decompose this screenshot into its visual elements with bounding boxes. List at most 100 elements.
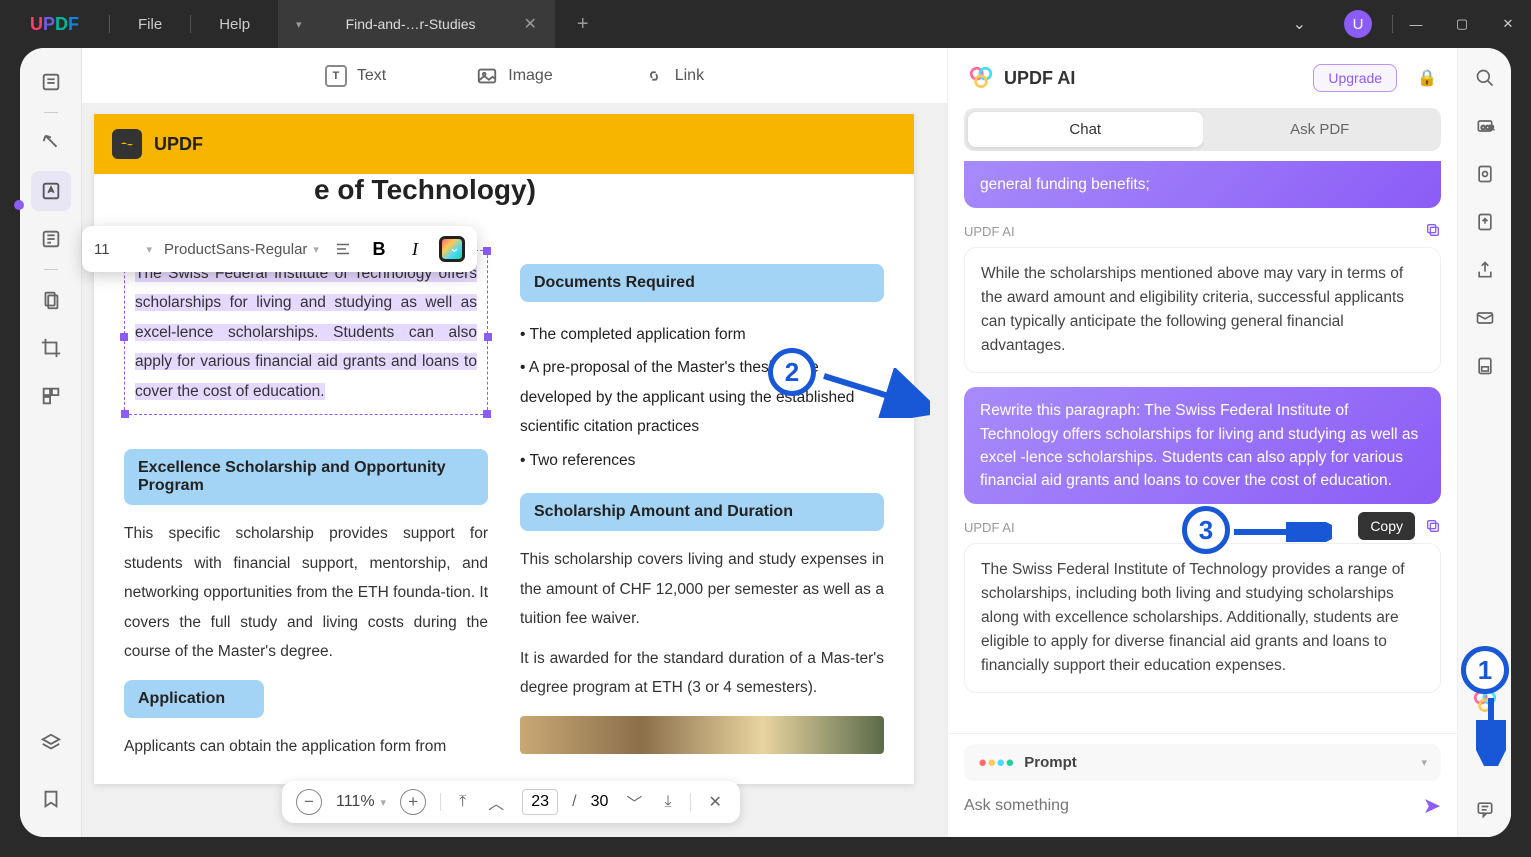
align-button[interactable] [331,237,355,261]
ocr-icon[interactable]: OCR [1473,114,1497,138]
font-family-select[interactable]: ProductSans-Regular▾ [164,241,319,258]
ai-label: UPDF AI [964,224,1015,239]
titlebar: UPDF File Help ▾ Find-and-…r-Studies ✕ +… [0,0,1531,48]
user-message: Rewrite this paragraph: The Swiss Federa… [964,387,1441,504]
email-icon[interactable] [1473,306,1497,330]
tab-close-icon[interactable]: ✕ [524,14,537,34]
page-number-input[interactable] [522,789,558,815]
prompt-dots-icon: ●●●● [978,754,1014,771]
annotation-arrow-1 [1476,698,1506,766]
close-nav-icon[interactable]: ✕ [705,792,726,812]
total-pages: 30 [591,793,609,811]
body-text: Applicants can obtain the application fo… [124,732,488,761]
lock-icon[interactable]: 🔒 [1417,68,1437,88]
sidebar-comment-icon[interactable] [31,123,71,163]
sidebar-bookmark-icon[interactable] [31,779,71,819]
text-icon: T [325,65,347,87]
body-text: It is awarded for the standard duration … [520,644,884,703]
pdf-page[interactable]: UPDF e of Technology) The Swiss Federal … [94,114,914,784]
sidebar-reader-icon[interactable] [31,62,71,102]
edge-dot-icon [14,200,24,210]
tab-title: Find-and-…r-Studies [346,16,476,32]
prev-page-icon[interactable]: ︿ [484,790,508,814]
sidebar-crop-icon[interactable] [31,328,71,368]
app-logo: UPDF [0,14,109,35]
link-icon [643,65,665,87]
tab-ask-pdf[interactable]: Ask PDF [1203,112,1438,147]
copy-icon[interactable] [1425,222,1441,241]
left-sidebar [20,48,82,837]
sidebar-layers-icon[interactable] [31,723,71,763]
copy-icon[interactable] [1425,518,1441,537]
close-button[interactable]: ✕ [1485,0,1531,48]
sidebar-pages-icon[interactable] [31,280,71,320]
window-chevron-icon[interactable]: ⌄ [1275,14,1324,34]
tool-image-button[interactable]: Image [476,65,552,87]
text-edit-toolbar: 11▾ ProductSans-Regular▾ B I [82,226,477,272]
edit-top-tools: TText Image Link [82,48,947,104]
sidebar-organize-icon[interactable] [31,219,71,259]
chevron-down-icon: ▾ [313,243,319,256]
italic-button[interactable]: I [403,237,427,261]
upgrade-button[interactable]: Upgrade [1313,64,1397,92]
search-icon[interactable] [1473,66,1497,90]
annotation-arrow-3 [1232,522,1332,542]
document-tab[interactable]: ▾ Find-and-…r-Studies ✕ [278,0,555,48]
avatar[interactable]: U [1344,10,1372,38]
print-icon[interactable] [1473,354,1497,378]
export-icon[interactable] [1473,210,1497,234]
document-area: TText Image Link UPDF e of Technology) T… [82,48,947,837]
ask-input[interactable] [964,791,1413,821]
comment-toggle-icon[interactable] [1473,797,1497,821]
prompt-button[interactable]: ●●●● Prompt ▾ [964,744,1441,781]
annotation-2: 2 [768,348,816,396]
zoom-level-select[interactable]: 111%▾ [336,793,386,811]
tool-link-button[interactable]: Link [643,65,704,87]
flatten-icon[interactable] [1473,162,1497,186]
chevron-down-icon: ▾ [146,243,152,256]
text-color-button[interactable] [439,236,465,262]
sidebar-tools-icon[interactable] [31,376,71,416]
page-image [520,716,884,754]
maximize-button[interactable]: ▢ [1439,0,1485,48]
first-page-icon[interactable]: ⤒ [455,793,470,811]
sidebar-edit-icon[interactable] [31,171,71,211]
copy-tooltip: Copy [1358,512,1415,540]
page-nav-bar: − 111%▾ + ⤒ ︿ / 30 ﹀ ⤓ ✕ [282,781,740,823]
minimize-button[interactable]: — [1393,0,1439,48]
ai-message: While the scholarships mentioned above m… [964,247,1441,373]
selected-text-box[interactable]: The Swiss Federal Institute of Technolog… [124,250,488,415]
zoom-out-button[interactable]: − [296,789,322,815]
section-heading: Scholarship Amount and Duration [520,493,884,531]
next-page-icon[interactable]: ﹀ [622,790,646,814]
menu-help[interactable]: Help [191,16,278,33]
section-heading: Documents Required [520,264,884,302]
ai-label: UPDF AI [964,520,1015,535]
font-size-select[interactable]: 11▾ [94,241,152,258]
ai-tabs: Chat Ask PDF [964,108,1441,151]
page-banner: UPDF [94,114,914,174]
body-text: This specific scholarship provides suppo… [124,519,488,666]
menu-file[interactable]: File [110,16,190,33]
bold-button[interactable]: B [367,237,391,261]
ai-message: The Swiss Federal Institute of Technolog… [964,543,1441,693]
chevron-down-icon: ▾ [1421,756,1427,769]
svg-text:OCR: OCR [1480,125,1493,131]
user-message: general funding benefits; [964,161,1441,208]
tab-chat[interactable]: Chat [968,112,1203,147]
annotation-arrow-2 [820,368,930,418]
section-heading: Application [124,680,264,718]
share-icon[interactable] [1473,258,1497,282]
send-icon[interactable]: ➤ [1423,793,1441,819]
new-tab-button[interactable]: + [555,13,611,36]
updf-ai-logo-icon [968,65,994,91]
body-text: This scholarship covers living and study… [520,545,884,633]
tool-text-button[interactable]: TText [325,65,386,87]
banner-text: UPDF [154,134,203,155]
tab-chevron-icon: ▾ [296,18,302,31]
page-title: e of Technology) [94,174,914,206]
last-page-icon[interactable]: ⤓ [660,793,675,811]
zoom-in-button[interactable]: + [400,789,426,815]
annotation-1: 1 [1461,646,1509,694]
bullet-item: • Two references [520,446,884,475]
